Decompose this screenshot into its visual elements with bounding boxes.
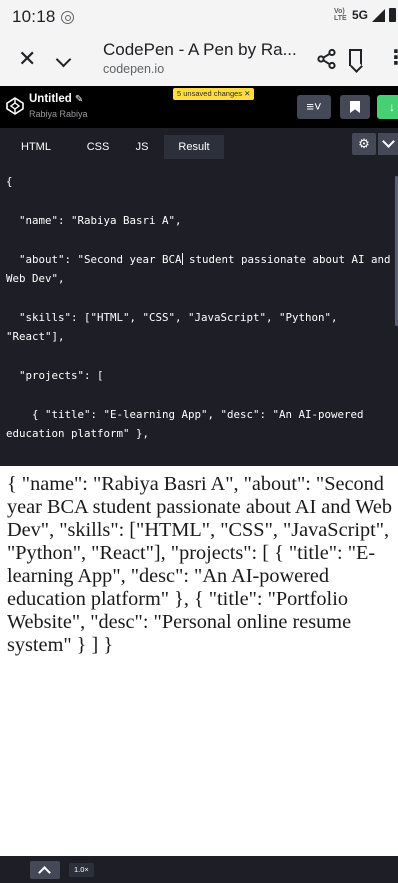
code-text-after-caret: student passionate about AI and Web Dev"… — [6, 252, 391, 441]
whatsapp-notification-icon — [60, 10, 74, 24]
result-text: { "name": "Rabiya Basri A", "about": "Se… — [7, 473, 392, 656]
volte-indicator: Vo) LTE — [333, 8, 347, 22]
battery-icon — [389, 8, 396, 22]
share-icon[interactable] — [316, 48, 338, 70]
status-time: 10:18 — [12, 7, 56, 26]
code-text-before-caret: { "name": "Rabiya Basri A", "about": "Se… — [6, 175, 182, 266]
bottom-bar: 1.0× — [0, 856, 398, 883]
code-editor[interactable]: { "name": "Rabiya Basri A", "about": "Se… — [0, 164, 398, 466]
unsaved-changes-text: 5 unsaved changes — [177, 89, 243, 98]
tab-html[interactable]: HTML — [6, 135, 66, 159]
run-button[interactable]: ↓ — [377, 95, 398, 119]
tab-result[interactable]: Result — [164, 135, 224, 159]
gear-icon[interactable]: ⚙ — [352, 133, 376, 155]
editor-tabs: HTML CSS JS Result ⚙ — [0, 128, 398, 164]
zoom-level[interactable]: 1.0× — [69, 863, 94, 877]
code-content[interactable]: { "name": "Rabiya Basri A", "about": "Se… — [6, 172, 396, 466]
edit-pencil-icon[interactable]: ✎ — [75, 94, 83, 105]
chevron-down-icon[interactable] — [55, 51, 72, 68]
status-indicators: Vo) LTE 5G — [334, 8, 396, 22]
unsaved-close-icon[interactable]: ✕ — [244, 89, 250, 98]
unsaved-changes-badge[interactable]: 5 unsaved changes ✕ — [173, 88, 255, 100]
pen-title-text[interactable]: Untitled — [29, 93, 72, 105]
page-url[interactable]: codepen.io — [103, 62, 164, 76]
network-type: 5G — [351, 8, 368, 22]
tab-js[interactable]: JS — [126, 135, 158, 159]
codepen-header: Untitled ✎ Rabiya Rabiya 5 unsaved change… — [0, 86, 398, 128]
codepen-logo-icon[interactable] — [6, 97, 24, 115]
tab-css[interactable]: CSS — [78, 135, 118, 159]
pen-author[interactable]: Rabiya Rabiya — [29, 109, 88, 119]
close-icon[interactable]: ✕ — [18, 48, 36, 70]
status-bar: 10:18 Vo) LTE 5G — [0, 0, 398, 34]
chevron-up-icon[interactable] — [30, 861, 60, 879]
page-title[interactable]: CodePen - A Pen by Ra... — [103, 40, 297, 60]
more-vert-icon[interactable]: ⋮ — [386, 48, 398, 68]
browser-header: ✕ CodePen - A Pen by Ra... codepen.io ⋮ — [0, 34, 398, 86]
change-view-button[interactable]: ≡˅ — [297, 95, 331, 119]
chevron-down-icon[interactable] — [378, 133, 398, 155]
bookmark-save-button[interactable] — [340, 95, 370, 119]
result-preview: { "name": "Rabiya Basri A", "about": "Se… — [0, 466, 398, 856]
pen-title[interactable]: Untitled ✎ — [29, 93, 83, 105]
bookmark-icon[interactable] — [349, 49, 362, 66]
signal-icon — [372, 8, 385, 22]
